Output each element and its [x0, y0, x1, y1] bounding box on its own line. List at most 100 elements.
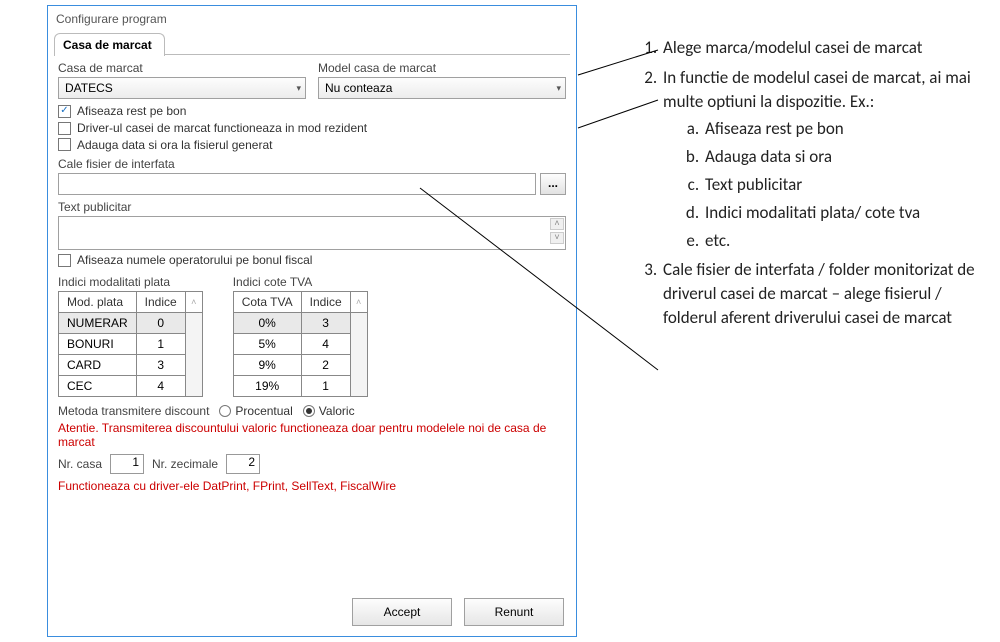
tab-content: Casa de marcat DATECS ▾ Model casa de ma… [48, 55, 576, 588]
checkbox-icon [58, 138, 71, 151]
checkbox-icon [58, 105, 71, 118]
scroll-up-icon: ˄ [350, 291, 367, 312]
cell-rate: 0% [233, 312, 301, 333]
cell-idx: 1 [301, 375, 350, 396]
checkbox-driver-rezident[interactable]: Driver-ul casei de marcat functioneaza i… [58, 121, 367, 135]
cell-idx: 3 [136, 354, 185, 375]
instruction-subitem: Afiseaza rest pe bon [703, 117, 980, 141]
path-label: Cale fisier de interfata [58, 157, 566, 171]
cell-name: BONURI [59, 333, 137, 354]
checkbox-rest-pe-bon[interactable]: Afiseaza rest pe bon [58, 104, 186, 118]
nr-zecimale-label: Nr. zecimale [152, 457, 218, 471]
instruction-text: Alege marca/modelul casei de marcat [663, 37, 922, 58]
scroll-up-icon: ˄ [185, 291, 202, 312]
table-row[interactable]: BONURI 1 [59, 333, 203, 354]
brand-value: DATECS [65, 81, 113, 95]
checkbox-icon [58, 122, 71, 135]
table-row[interactable]: 19% 1 [233, 375, 367, 396]
scroll-up-icon[interactable]: ˄ [550, 218, 564, 230]
nr-zecimale-input[interactable]: 2 [226, 454, 260, 474]
radio-procentual-label: Procentual [235, 404, 292, 418]
cell-idx: 1 [136, 333, 185, 354]
table-tva[interactable]: Cota TVA Indice ˄ 0% 3 5% 4 [233, 291, 368, 397]
model-value: Nu conteaza [325, 81, 392, 95]
instruction-subitem: Text publicitar [703, 173, 980, 197]
scroll-down-icon[interactable]: ˅ [550, 232, 564, 244]
brand-label: Casa de marcat [58, 61, 306, 75]
table-payment[interactable]: Mod. plata Indice ˄ NUMERAR 0 BONURI 1 [58, 291, 203, 397]
tab-label: Casa de marcat [63, 38, 152, 52]
table-header-row: Mod. plata Indice ˄ [59, 291, 203, 312]
table-header-row: Cota TVA Indice ˄ [233, 291, 367, 312]
radio-valoric[interactable]: Valoric [303, 404, 355, 418]
table-row[interactable]: 9% 2 [233, 354, 367, 375]
scrollbar[interactable] [350, 312, 367, 396]
nr-casa-label: Nr. casa [58, 457, 102, 471]
discount-method-label: Metoda transmitere discount [58, 404, 209, 418]
cell-rate: 5% [233, 333, 301, 354]
accept-label: Accept [384, 605, 421, 619]
checkbox-operator-label: Afiseaza numele operatorului pe bonul fi… [77, 253, 312, 267]
checkbox-operator-name[interactable]: Afiseaza numele operatorului pe bonul fi… [58, 253, 312, 267]
checkbox-icon [58, 254, 71, 267]
table-tva-group: Indici cote TVA Cota TVA Indice ˄ 0% 3 [233, 275, 368, 397]
radio-procentual[interactable]: Procentual [219, 404, 292, 418]
dialog-title: Configurare program [48, 6, 576, 32]
table-row[interactable]: 0% 3 [233, 312, 367, 333]
chevron-down-icon: ▾ [556, 83, 561, 94]
ellipsis-icon: ... [548, 176, 558, 190]
cell-name: CEC [59, 375, 137, 396]
cell-rate: 19% [233, 375, 301, 396]
table-pay-caption: Indici modalitati plata [58, 275, 203, 289]
config-dialog: Configurare program Casa de marcat Casa … [47, 5, 577, 637]
radio-valoric-label: Valoric [319, 404, 355, 418]
accept-button[interactable]: Accept [352, 598, 452, 626]
cell-rate: 9% [233, 354, 301, 375]
brand-select[interactable]: DATECS ▾ [58, 77, 306, 99]
th-mod-plata: Mod. plata [59, 291, 137, 312]
table-tva-caption: Indici cote TVA [233, 275, 368, 289]
instructions-panel: Alege marca/modelul casei de marcat In f… [577, 0, 1000, 642]
checkbox-add-datetime[interactable]: Adauga data si ora la fisierul generat [58, 138, 272, 152]
path-input[interactable] [58, 173, 536, 195]
tab-casa-de-marcat[interactable]: Casa de marcat [54, 33, 165, 56]
table-row[interactable]: NUMERAR 0 [59, 312, 203, 333]
tabbar: Casa de marcat [48, 32, 576, 55]
chevron-down-icon: ▾ [296, 83, 301, 94]
model-label: Model casa de marcat [318, 61, 566, 75]
th-indice: Indice [301, 291, 350, 312]
table-row[interactable]: 5% 4 [233, 333, 367, 354]
radio-icon [303, 405, 315, 417]
th-indice: Indice [136, 291, 185, 312]
instruction-subitem: Indici modalitati plata/ cote tva [703, 201, 980, 225]
checkbox-rest-label: Afiseaza rest pe bon [77, 104, 186, 118]
cell-idx: 0 [136, 312, 185, 333]
drivers-note: Functioneaza cu driver-ele DatPrint, FPr… [58, 479, 566, 493]
nr-casa-input[interactable]: 1 [110, 454, 144, 474]
text-publicitar-input[interactable] [58, 216, 566, 250]
table-row[interactable]: CARD 3 [59, 354, 203, 375]
cell-name: NUMERAR [59, 312, 137, 333]
checkbox-addtime-label: Adauga data si ora la fisierul generat [77, 138, 272, 152]
instruction-item: In functie de modelul casei de marcat, a… [661, 66, 980, 253]
cell-name: CARD [59, 354, 137, 375]
model-select[interactable]: Nu conteaza ▾ [318, 77, 566, 99]
instruction-subitem: Adauga data si ora [703, 145, 980, 169]
instruction-text: Cale fisier de interfata / folder monito… [663, 259, 975, 328]
nr-zecimale-value: 2 [248, 455, 255, 469]
renunt-label: Renunt [495, 605, 534, 619]
cell-idx: 2 [301, 354, 350, 375]
browse-button[interactable]: ... [540, 173, 566, 195]
cell-idx: 4 [136, 375, 185, 396]
instruction-text: In functie de modelul casei de marcat, a… [663, 67, 971, 112]
scrollbar[interactable] [185, 312, 202, 396]
table-row[interactable]: CEC 4 [59, 375, 203, 396]
instruction-item: Alege marca/modelul casei de marcat [661, 36, 980, 60]
textarea-scroll: ˄ ˅ [550, 218, 564, 244]
nr-casa-value: 1 [132, 455, 139, 469]
th-cota-tva: Cota TVA [233, 291, 301, 312]
instruction-item: Cale fisier de interfata / folder monito… [661, 258, 980, 329]
renunt-button[interactable]: Renunt [464, 598, 564, 626]
radio-icon [219, 405, 231, 417]
checkbox-rezident-label: Driver-ul casei de marcat functioneaza i… [77, 121, 367, 135]
